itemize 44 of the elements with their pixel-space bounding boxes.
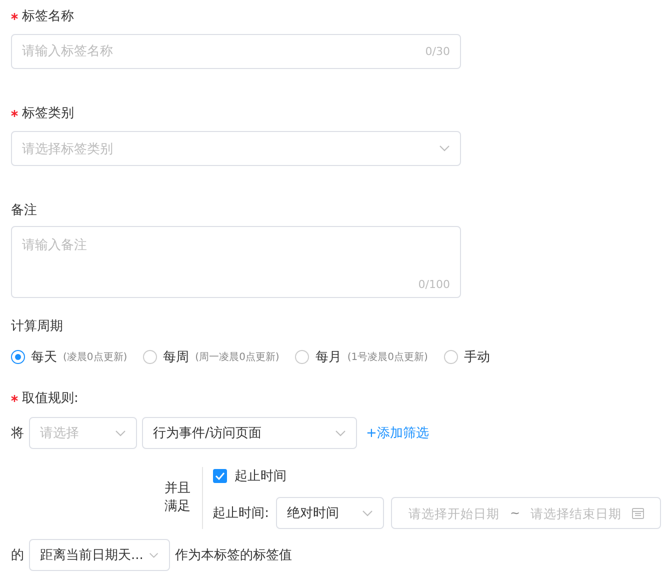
- select-field[interactable]: 距离当前日期天...: [29, 539, 170, 571]
- radio-button[interactable]: [444, 350, 458, 364]
- radio-label: 每天: [31, 349, 57, 366]
- chevron-down-icon: [335, 430, 346, 436]
- date-range-field[interactable]: 请选择开始日期 ~ 请选择结束日期: [391, 497, 661, 529]
- field-label: 标签类别: [22, 105, 74, 122]
- time-label: 起止时间:: [212, 505, 269, 522]
- start-date-input[interactable]: 请选择开始日期: [404, 506, 504, 520]
- char-counter: 0/30: [425, 45, 450, 58]
- add-filter-link[interactable]: +添加筛选: [366, 424, 429, 442]
- radio-button[interactable]: [143, 350, 158, 364]
- select-field[interactable]: 绝对时间: [276, 497, 384, 529]
- select-field[interactable]: 请选择标签类别: [11, 131, 461, 166]
- suffix-text: 作为本标签的标签值: [175, 547, 292, 564]
- radio-note: (凌晨0点更新): [63, 350, 128, 364]
- text-input[interactable]: 请输入标签名称: [22, 44, 426, 59]
- field-label: 标签名称: [22, 8, 74, 25]
- radio-note: (1号凌晨0点更新): [347, 350, 428, 364]
- textarea-field[interactable]: 请输入备注 0/100: [11, 226, 461, 298]
- select-field[interactable]: 请选择: [29, 417, 137, 449]
- radio-button[interactable]: [295, 350, 310, 364]
- radio-note: (周一凌晨0点更新): [195, 350, 280, 364]
- field-label: 备注: [11, 202, 37, 219]
- radio-button[interactable]: [11, 350, 25, 364]
- input-field[interactable]: 请输入标签名称 0/30: [11, 34, 461, 69]
- radio-label: 每周: [163, 349, 190, 366]
- chevron-down-icon: [149, 552, 159, 558]
- field-label: 取值规则:: [22, 390, 78, 407]
- prefix-text: 的: [11, 547, 24, 564]
- radio-label: 每月: [315, 349, 342, 366]
- prefix-text: 将: [11, 425, 24, 442]
- checkbox[interactable]: [212, 469, 227, 483]
- select-field[interactable]: 行为事件/访问页面: [142, 417, 357, 449]
- char-counter: 0/100: [418, 278, 450, 291]
- checkbox-label: 起止时间: [234, 468, 287, 485]
- chevron-down-icon: [115, 430, 126, 436]
- chevron-down-icon: [439, 145, 450, 152]
- chevron-down-icon: [362, 510, 373, 516]
- end-date-input[interactable]: 请选择结束日期: [526, 506, 626, 520]
- radio-label: 手动: [464, 349, 490, 366]
- range-separator: ~: [510, 506, 520, 520]
- field-label: 计算周期: [11, 318, 63, 335]
- connector-text: 并且满足: [164, 480, 192, 516]
- calendar-icon: [632, 507, 644, 519]
